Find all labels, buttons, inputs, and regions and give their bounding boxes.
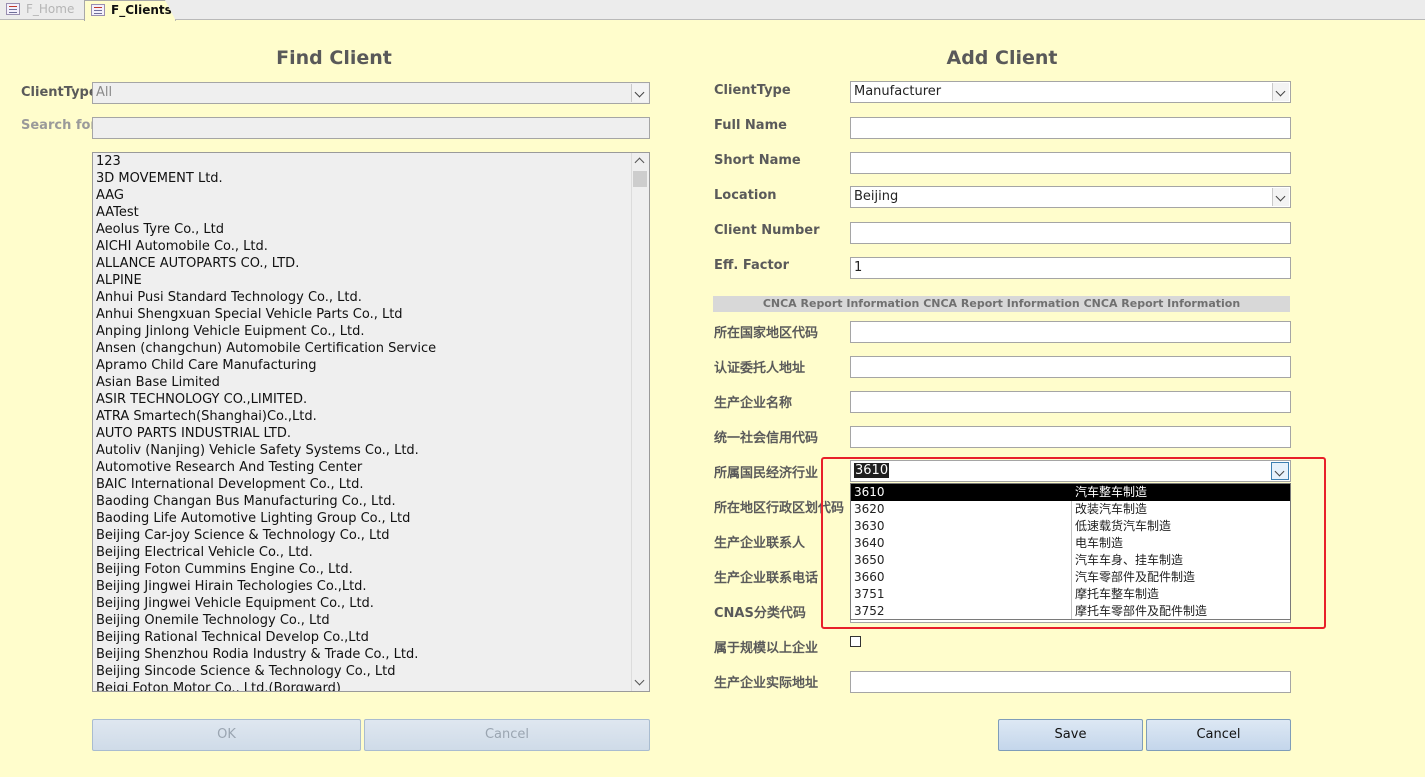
find-clienttype-select[interactable]: All [92,82,650,104]
ok-button[interactable]: OK [92,719,361,751]
clientnumber-input[interactable] [850,222,1291,244]
list-item[interactable]: ASIR TECHNOLOGY CO.,LIMITED. [96,391,307,408]
find-cancel-button[interactable]: Cancel [364,719,650,751]
add-client-title: Add Client [946,47,1058,69]
highlight-box [821,457,1326,629]
add-clienttype-label: ClientType [714,83,791,98]
list-item[interactable]: ALPINE [96,272,142,289]
country-code-label: 所在国家地区代码 [714,326,819,341]
efffactor-label: Eff. Factor [714,258,790,273]
list-item[interactable]: AATest [96,204,139,221]
list-item[interactable]: Beijing Rational Technical Develop Co.,L… [96,629,369,646]
list-item[interactable]: ATRA Smartech(Shanghai)Co.,Ltd. [96,408,317,425]
list-item[interactable]: Beiqi Foton Motor Co., Ltd.(Borgward) [96,680,341,691]
list-item[interactable]: AUTO PARTS INDUSTRIAL LTD. [96,425,291,442]
producer-name-input[interactable] [850,391,1291,413]
credit-code-label: 统一社会信用代码 [714,431,819,446]
tab-home[interactable]: F_Home [0,0,84,20]
clientnumber-label: Client Number [714,223,820,238]
find-client-title: Find Client [276,47,392,69]
search-input[interactable] [92,117,650,139]
location-value: Beijing [854,189,899,204]
entrust-address-label: 认证委托人地址 [714,361,806,376]
add-clienttype-select[interactable]: Manufacturer [850,81,1291,103]
scroll-up-icon[interactable] [634,157,645,168]
list-item[interactable]: Automotive Research And Testing Center [96,459,362,476]
list-item[interactable]: Baoding Changan Bus Manufacturing Co., L… [96,493,396,510]
chevron-down-icon[interactable] [1272,188,1289,206]
list-item[interactable]: Asian Base Limited [96,374,220,391]
shortname-label: Short Name [714,153,801,168]
location-label: Location [714,188,777,203]
list-item[interactable]: Apramo Child Care Manufacturing [96,357,317,374]
tab-bar [0,0,1425,20]
entrust-address-input[interactable] [850,356,1291,378]
cnca-section-banner: CNCA Report Information CNCA Report Info… [713,296,1290,312]
actual-address-label: 生产企业实际地址 [714,676,819,691]
list-item[interactable]: Ansen (changchun) Automobile Certificati… [96,340,436,357]
list-item[interactable]: Beijing Sincode Science & Technology Co.… [96,663,396,680]
tab-home-label: F_Home [26,2,75,16]
scale-checkbox[interactable] [850,636,861,647]
tab-clients[interactable]: F_Clients [84,0,176,21]
list-item[interactable]: AAG [96,187,124,204]
list-item[interactable]: AICHI Automobile Co., Ltd. [96,238,268,255]
list-item[interactable]: 3D MOVEMENT Ltd. [96,170,223,187]
list-item[interactable]: Aeolus Tyre Co., Ltd [96,221,224,238]
fullname-input[interactable] [850,117,1291,139]
list-item[interactable]: BAIC International Development Co., Ltd. [96,476,364,493]
scroll-thumb[interactable] [633,171,647,187]
list-item[interactable]: 123 [96,153,121,170]
chevron-down-icon[interactable] [631,84,648,102]
industry-label: 所属国民经济行业 [714,466,819,481]
vertical-scrollbar[interactable] [631,153,649,691]
tab-clients-label: F_Clients [111,3,172,17]
phone-label: 生产企业联系电话 [714,571,819,586]
list-item[interactable]: Beijing Foton Cummins Engine Co., Ltd. [96,561,353,578]
actual-address-input[interactable] [850,671,1291,693]
add-cancel-button[interactable]: Cancel [1146,719,1291,751]
country-code-input[interactable] [850,321,1291,343]
list-item[interactable]: Baoding Life Automotive Lighting Group C… [96,510,410,527]
list-item[interactable]: Beijing Car-joy Science & Technology Co.… [96,527,390,544]
list-item[interactable]: Beijing Onemile Technology Co., Ltd [96,612,330,629]
search-label: Search for [21,118,97,133]
list-item[interactable]: ALLANCE AUTOPARTS CO., LTD. [96,255,299,272]
credit-code-input[interactable] [850,426,1291,448]
producer-name-label: 生产企业名称 [714,396,793,411]
list-item[interactable]: Beijing Jingwei Hirain Techologies Co.,L… [96,578,367,595]
list-item[interactable]: Beijing Electrical Vehicle Co., Ltd. [96,544,313,561]
contact-label: 生产企业联系人 [714,536,806,551]
chevron-down-icon[interactable] [1272,83,1289,101]
form-icon [6,3,20,15]
find-clienttype-label: ClientType [21,85,98,100]
list-item[interactable]: Anhui Shengxuan Special Vehicle Parts Co… [96,306,403,323]
list-item[interactable]: Autoliv (Nanjing) Vehicle Safety Systems… [96,442,419,459]
save-button[interactable]: Save [998,719,1143,751]
scroll-down-icon[interactable] [634,675,645,686]
fullname-label: Full Name [714,118,787,133]
cnas-code-label: CNAS分类代码 [714,606,806,621]
form-icon [91,4,105,16]
client-listbox[interactable]: 123 3D MOVEMENT Ltd. AAG AATest Aeolus Tyre … [92,152,650,692]
list-item[interactable]: Beijing Shenzhou Rodia Industry & Trade … [96,646,418,663]
list-item[interactable]: Anping Jinlong Vehicle Euipment Co., Ltd… [96,323,365,340]
shortname-input[interactable] [850,152,1291,174]
efffactor-input[interactable]: 1 [850,257,1291,279]
find-clienttype-value: All [96,85,113,100]
location-select[interactable]: Beijing [850,186,1291,208]
add-clienttype-value: Manufacturer [854,84,942,99]
scale-label: 属于规模以上企业 [714,641,819,656]
list-item[interactable]: Anhui Pusi Standard Technology Co., Ltd. [96,289,362,306]
list-item[interactable]: Beijing Jingwei Vehicle Equipment Co., L… [96,595,374,612]
